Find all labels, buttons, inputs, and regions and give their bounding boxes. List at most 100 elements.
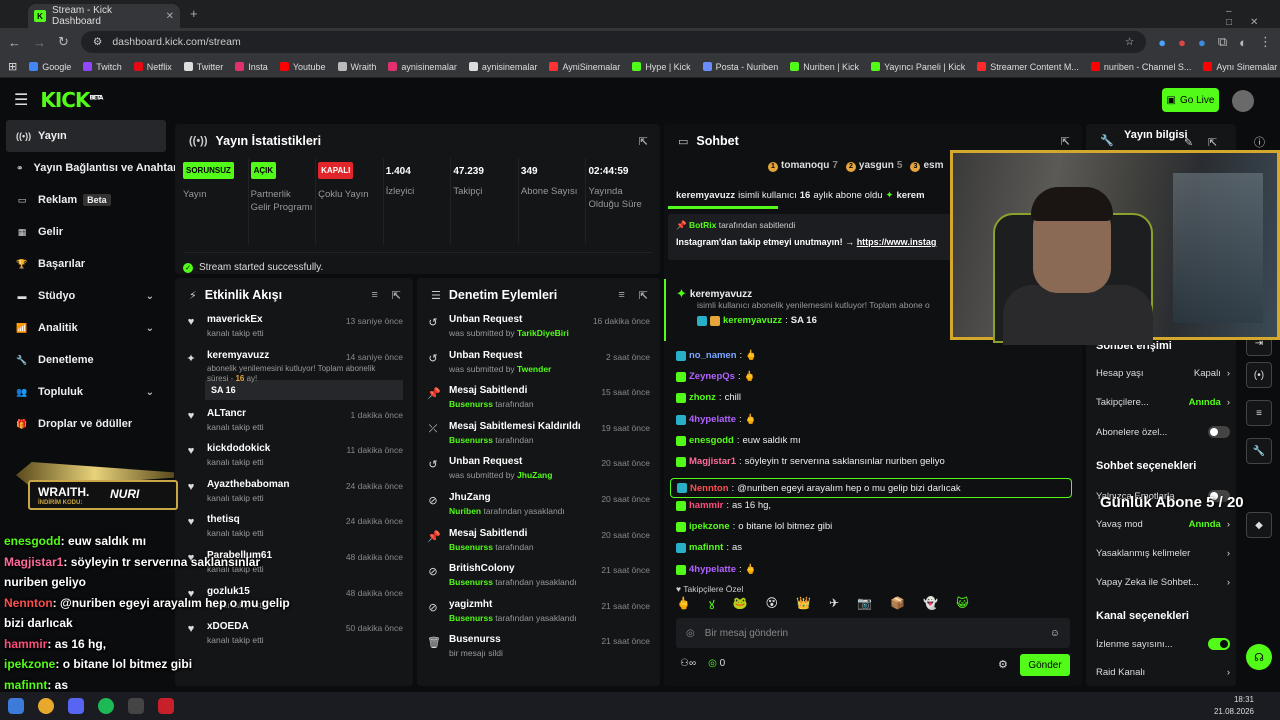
moderation-user[interactable]: Busenurss [449,542,493,552]
emoji-icon[interactable]: ☺ [1050,628,1060,639]
info-icon[interactable]: ⓘ [1254,134,1265,150]
bookmark-item[interactable]: aynisinemalar [388,62,457,72]
extension-icon-3[interactable]: ● [1198,35,1206,50]
bookmark-item[interactable]: Yayıncı Paneli | Kick [871,62,965,72]
chevron-down-icon[interactable]: ⌄ [146,387,154,398]
setting-row[interactable]: Raid Kanalı › [1096,667,1230,678]
filter-icon[interactable]: ≡ [371,289,377,302]
chat-username[interactable]: enesgodd [689,435,734,446]
moderation-user[interactable]: Busenurss [449,613,493,623]
emote-icon[interactable]: 😵 [766,596,779,613]
bookmark-item[interactable]: Youtube [279,62,326,72]
sidebar-item-analitik[interactable]: 📶 Analitik ⌄ [0,312,172,344]
setting-row[interactable]: İzlenme sayısını... [1096,638,1230,650]
popout-icon[interactable]: ⇱ [1061,135,1070,148]
app-red-icon[interactable] [158,698,174,714]
moderation-item[interactable]: ⊘ JhuZang Nuriben tarafından yasaklandı 20 … [427,490,650,526]
sidebar-item-stüdyo[interactable]: ▬ Stüdyo ⌄ [0,280,172,312]
user-avatar[interactable] [1232,90,1254,112]
moderation-user[interactable]: TarikDiyeBiri [517,328,569,338]
browser-tab[interactable]: K Stream - Kick Dashboard ✕ [28,4,180,28]
top-gifter[interactable]: 2 yasgun 5 [845,160,902,172]
sidebar-item-topluluk[interactable]: 👥 Topluluk ⌄ [0,376,172,408]
chat-username[interactable]: hammir [689,500,723,511]
sidebar-item-yayın-bağlantısı-ve-anahtarı[interactable]: ⚭ Yayın Bağlantısı ve Anahtarı [0,152,180,184]
chat-gear-icon[interactable]: ⚙ [998,658,1008,671]
moderation-item[interactable]: ↺ Unban Request was submitted by Twender 2 … [427,348,650,384]
apps-grid-icon[interactable]: ⊞ [8,60,17,73]
extensions-puzzle-icon[interactable]: ⧉ [1218,34,1227,50]
new-tab-icon[interactable]: + [190,6,198,21]
go-live-button[interactable]: ▣ Go Live [1162,88,1219,112]
sidebar-item-reklam[interactable]: ▭ Reklam Beta [0,184,172,216]
activity-item[interactable]: ♥ ALTancr kanalı takip etti 1 dakika önce [185,406,403,442]
emote-icon[interactable]: 🖕 [676,596,691,613]
chat-username[interactable]: ZeynepQs [689,371,735,382]
top-gifter[interactable]: 3 esm [910,160,946,172]
clock[interactable]: 18:31 21.08.2026 [1214,694,1254,718]
bookmark-item[interactable]: nuriben - Channel S... [1090,62,1191,72]
popout-icon[interactable]: ⇱ [639,289,648,302]
chat-username[interactable]: zhonz [689,392,716,403]
setting-row[interactable]: Takipçilere... Anında › [1096,397,1230,408]
kick-logo[interactable]: KICKBETA [40,88,103,112]
resub-msg-user[interactable]: keremyavuzz [723,315,782,326]
sidebar-item-droplar-ve-ödüller[interactable]: 🎁 Droplar ve ödüller [0,408,172,440]
moderation-item[interactable]: ↺ Unban Request was submitted by JhuZang 20… [427,454,650,490]
chat-username[interactable]: 4hypelatte [689,564,736,575]
bookmark-item[interactable]: AyniSinemalar [549,62,620,72]
moderation-user[interactable]: JhuZang [517,470,552,480]
sidebar-item-denetleme[interactable]: 🔧 Denetleme [0,344,172,376]
bookmark-star-icon[interactable]: ☆ [1125,36,1134,48]
bookmark-item[interactable]: Streamer Content M... [977,62,1079,72]
moderation-item[interactable]: 🗑 Busenurss bir mesajı sildi 21 saat önce [427,632,650,668]
hamburger-menu-icon[interactable]: ☰ [14,90,28,110]
bookmark-item[interactable]: Wraith [337,62,376,72]
activity-user[interactable]: ALTancr [207,408,264,419]
close-tab-icon[interactable]: ✕ [166,11,174,22]
chevron-down-icon[interactable]: ⌄ [146,323,154,334]
emote-icon[interactable]: 🐸 [733,596,748,613]
moderation-user[interactable]: Busenurss [449,577,493,587]
moderation-item[interactable]: ⊘ BritishColony Busenurss tarafından yasak… [427,561,650,597]
emote-icon[interactable]: 📦 [890,596,905,613]
spotify-icon[interactable] [98,698,114,714]
profile-icon[interactable]: ◐ [1239,35,1247,50]
emote-icon[interactable]: ✈ [829,596,839,613]
setting-row[interactable]: Yasaklanmış kelimeler › [1096,548,1230,559]
pinned-link[interactable]: https://www.instag [857,237,937,247]
moderation-item[interactable]: ⤫ Mesaj Sabitlemesi Kaldırıldı Busenurss t… [427,419,650,455]
bookmark-item[interactable]: Twitter [183,62,223,72]
chat-input[interactable]: ◎ Bir mesaj gönderin ☺ [676,618,1070,648]
chat-username[interactable]: Magjistar1 [689,456,736,467]
filter-icon[interactable]: ≡ [618,289,624,302]
emote-icon[interactable]: 📷 [857,596,872,613]
toggle-switch[interactable] [1208,638,1230,650]
resub-user[interactable]: keremyavuzz [690,289,752,300]
rail-button-shield[interactable]: ◆ [1246,512,1272,538]
moderation-item[interactable]: ⊘ yagizmht Busenurss tarafından yasaklandı… [427,597,650,633]
chevron-down-icon[interactable]: ⌄ [146,291,154,302]
toggle-switch[interactable] [1208,426,1230,438]
forward-icon[interactable]: → [33,35,46,50]
moderation-user[interactable]: Twender [517,364,551,374]
edit-icon[interactable]: ✎ [1184,136,1193,149]
sidebar-item-yayın[interactable]: ((•)) Yayın [6,120,166,152]
bookmark-item[interactable]: Hype | Kick [632,62,691,72]
emote-icon[interactable]: 😺 [956,596,969,613]
chat-settings-icon[interactable]: ◎ [686,628,695,639]
window-controls[interactable]: –□✕ [1226,6,1280,28]
sidebar-item-başarılar[interactable]: 🏆 Başarılar [0,248,172,280]
chrome-icon[interactable] [38,698,54,714]
sub-banner-user[interactable]: keremyavuzz [676,190,735,201]
activity-item[interactable]: ♥ maverickEx kanalı takip etti 13 saniye ön… [185,312,403,348]
setting-row[interactable]: Yapay Zeka ile Sohbet... › [1096,577,1230,588]
bookmark-item[interactable]: aynisinemalar [468,62,537,72]
emote-icon[interactable]: 👑 [796,596,811,613]
extension-icon[interactable]: ● [1158,35,1166,50]
chat-username[interactable]: 4hypelatte [689,414,736,425]
moderation-user[interactable]: Nuriben [449,506,481,516]
moderation-item[interactable]: 📌 Mesaj Sabitlendi Busenurss tarafından 15 … [427,383,650,419]
rail-button-tools[interactable]: 🔧 [1246,438,1272,464]
popout-icon[interactable]: ⇱ [1208,136,1217,149]
